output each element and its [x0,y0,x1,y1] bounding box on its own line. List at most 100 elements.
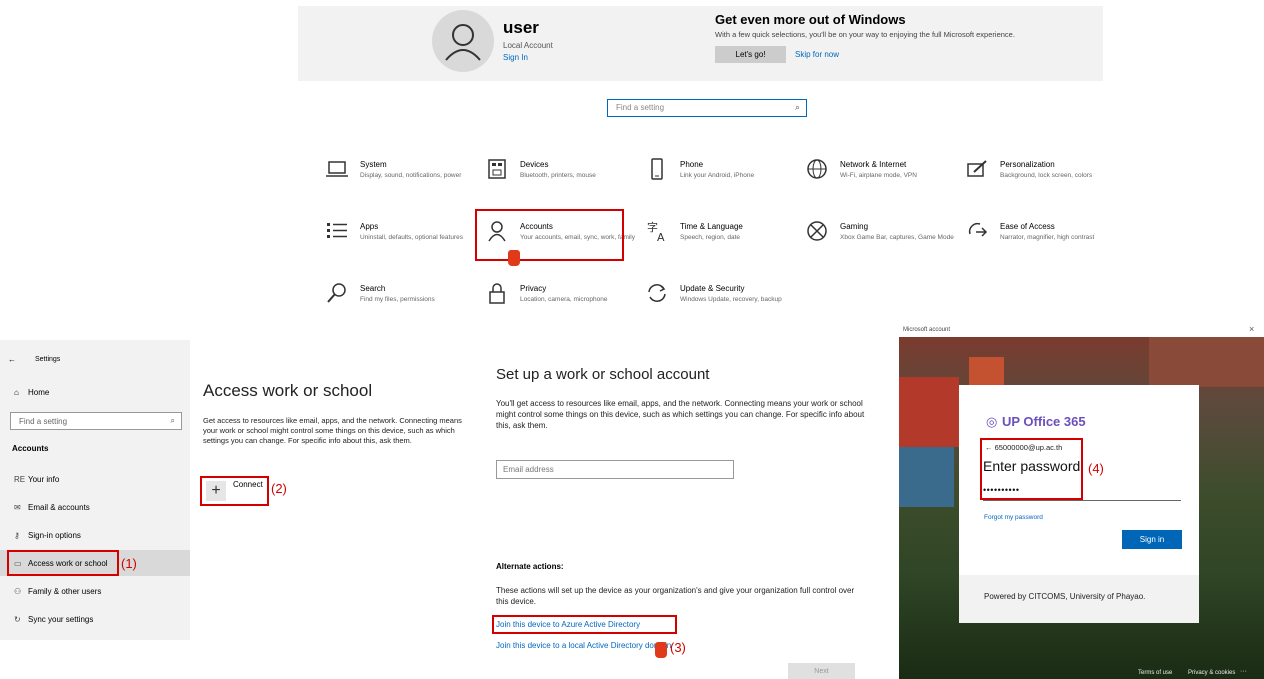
category-ease-of-access[interactable]: Ease of Access Narrator, magnifier, high… [962,220,1112,260]
category-desc: Speech, region, date [680,234,740,241]
email-placeholder: Email address [503,465,554,474]
powered-by-text: Powered by CITCOMS, University of Phayao… [984,592,1146,601]
sign-in-link[interactable]: Sign In [503,53,528,62]
category-privacy[interactable]: Privacy Location, camera, microphone [482,282,632,322]
home-icon: ⌂ [14,388,19,397]
category-personalization[interactable]: Personalization Background, lock screen,… [962,158,1112,198]
accounts-highlight-box [475,209,624,261]
join-azure-highlight-box [492,615,677,634]
category-desc: Uninstall, defaults, optional features [360,234,463,241]
category-desc: Wi-Fi, airplane mode, VPN [840,172,917,179]
step-3-label: (3) [670,640,686,655]
lets-go-button[interactable]: Let's go! [715,46,786,63]
dialog-title: Set up a work or school account [496,366,710,383]
globe-icon [802,158,832,180]
xbox-icon [802,220,832,242]
brand-name: UP Office 365 [1002,414,1086,429]
skip-for-now-link[interactable]: Skip for now [795,50,839,59]
phone-icon [642,158,672,180]
banner-decoration [899,447,954,507]
category-title: Gaming [840,222,869,231]
step-4-label: (4) [1088,461,1104,476]
connect-highlight-box [200,476,269,506]
join-local-ad-link[interactable]: Join this device to a local Active Direc… [496,641,671,650]
alternate-actions-heading: Alternate actions: [496,562,564,571]
search-icon [322,282,352,304]
sidebar-item-your-info[interactable]: RE Your info [14,475,59,484]
account-type: Local Account [503,41,553,50]
category-title: Privacy [520,284,547,293]
contact-icon: RE [14,475,26,484]
sync-icon: ↻ [14,615,21,624]
category-system[interactable]: System Display, sound, notifications, po… [322,158,472,198]
forgot-password-link[interactable]: Forgot my password [984,514,1043,521]
lock-icon [482,282,512,304]
email-field[interactable]: Email address [496,460,734,479]
home-label: Home [28,388,50,397]
banner-decoration [899,377,959,447]
category-title: Ease of Access [1000,222,1055,231]
section-heading: Accounts [12,444,49,453]
category-desc: Background, lock screen, colors [1000,172,1093,179]
password-underline [983,500,1181,501]
step-2-label: (2) [271,481,287,496]
sign-in-button[interactable]: Sign in [1122,530,1182,549]
category-search[interactable]: Search Find my files, permissions [322,282,472,322]
nav-label: Email & accounts [28,503,90,512]
category-update-security[interactable]: Update & Security Windows Update, recove… [642,282,792,322]
next-button[interactable]: Next [788,663,855,679]
category-title: Apps [360,222,379,231]
home-nav[interactable]: ⌂ Home [14,388,49,397]
back-arrow-icon[interactable]: ← [8,355,16,364]
person-icon [445,24,481,61]
category-phone[interactable]: Phone Link your Android, iPhone [642,158,792,198]
building-decoration [1149,337,1264,387]
category-time-language[interactable]: 字A Time & Language Speech, region, date [642,220,792,260]
category-desc: Bluetooth, printers, mouse [520,172,596,179]
category-title: Phone [680,160,704,169]
category-desc: Location, camera, microphone [520,296,608,303]
search-icon: ⌕ [794,102,800,112]
close-icon[interactable]: × [1249,324,1254,334]
category-title: Time & Language [680,222,743,231]
nav-label: Sign-in options [28,531,81,540]
nav-label: Family & other users [28,587,102,596]
category-desc: Narrator, magnifier, high contrast [1000,234,1095,241]
pointer-hand-icon [508,250,520,266]
terms-of-use-link[interactable]: Terms of use [1138,670,1172,676]
category-title: Personalization [1000,160,1055,169]
category-desc: Xbox Game Bar, captures, Game Mode [840,234,954,241]
nav-label: Your info [28,475,60,484]
category-desc: Display, sound, notifications, power [360,172,462,179]
search-icon: ⌕ [170,416,175,425]
category-title: Network & Internet [840,160,907,169]
access-work-highlight-box [7,550,119,576]
ease-of-access-icon [962,220,992,242]
more-options-icon[interactable]: ··· [1240,668,1247,675]
banner-decoration [969,357,1004,387]
paint-icon [962,158,992,180]
apps-list-icon [322,220,352,242]
time-language-icon: 字A [642,220,672,242]
user-name: user [503,18,539,37]
category-network[interactable]: Network & Internet Wi-Fi, airplane mode,… [802,158,952,198]
promo-title: Get even more out of Windows [715,12,906,27]
page-title: Access work or school [203,381,373,400]
category-apps[interactable]: Apps Uninstall, defaults, optional featu… [322,220,472,260]
settings-search-input[interactable]: Find a setting ⌕ [607,99,807,117]
sidebar-item-family[interactable]: ⚇ Family & other users [14,587,101,596]
step-1-label: (1) [121,556,137,571]
sidebar-search-input[interactable]: Find a setting ⌕ [10,412,182,430]
sidebar-item-sync[interactable]: ↻ Sync your settings [14,615,93,624]
category-devices[interactable]: Devices Bluetooth, printers, mouse [482,158,632,198]
laptop-icon [322,158,352,180]
sidebar-item-sign-in[interactable]: ⚷ Sign-in options [14,531,81,540]
search-placeholder: Find a setting [19,417,68,426]
page-description: Get access to resources like email, apps… [203,416,462,445]
privacy-cookies-link[interactable]: Privacy & cookies [1188,670,1235,676]
category-title: Update & Security [680,284,745,293]
sidebar-item-email[interactable]: ✉ Email & accounts [14,503,90,512]
avatar [432,10,494,72]
category-desc: Link your Android, iPhone [680,172,755,179]
category-gaming[interactable]: Gaming Xbox Game Bar, captures, Game Mod… [802,220,954,260]
